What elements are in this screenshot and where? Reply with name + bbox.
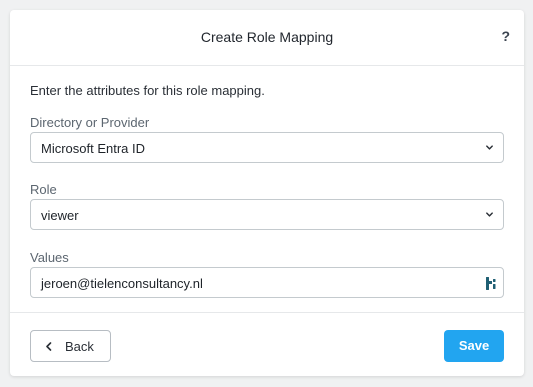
role-select[interactable]: viewer — [30, 199, 504, 230]
dialog-header: Create Role Mapping ? — [10, 10, 524, 66]
back-button[interactable]: Back — [30, 330, 111, 362]
create-role-mapping-dialog: Create Role Mapping ? Enter the attribut… — [10, 10, 524, 376]
chevron-down-icon — [486, 212, 493, 217]
values-input-value: jeroen@tielenconsultancy.nl — [41, 276, 203, 291]
role-label: Role — [30, 182, 57, 197]
password-manager-key-icon[interactable] — [485, 276, 497, 291]
provider-select[interactable]: Microsoft Entra ID — [30, 132, 504, 163]
dialog-title: Create Role Mapping — [200, 29, 334, 45]
save-button[interactable]: Save — [444, 330, 504, 362]
provider-select-value: Microsoft Entra ID — [41, 141, 146, 156]
role-select-value: viewer — [41, 208, 79, 223]
values-input[interactable]: jeroen@tielenconsultancy.nl — [30, 267, 504, 298]
provider-label: Directory or Provider — [30, 115, 150, 130]
back-button-label: Back — [65, 339, 94, 354]
intro-text: Enter the attributes for this role mappi… — [30, 83, 265, 98]
chevron-left-icon — [46, 342, 52, 351]
save-button-label: Save — [458, 338, 490, 353]
dialog-footer: Back Save — [10, 312, 524, 376]
chevron-down-icon — [486, 145, 493, 150]
values-label: Values — [30, 250, 69, 265]
help-icon[interactable]: ? — [501, 28, 510, 44]
